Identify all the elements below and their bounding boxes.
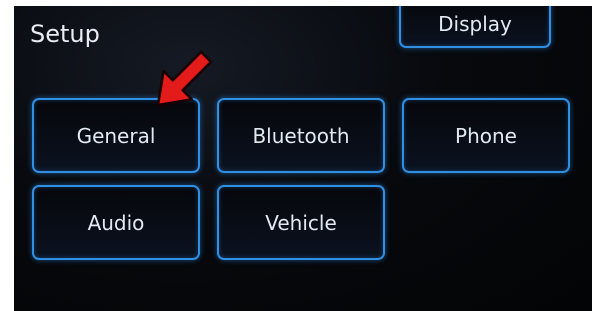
bluetooth-button-label: Bluetooth xyxy=(252,123,350,148)
page-title: Setup xyxy=(30,20,100,48)
audio-button[interactable]: Audio xyxy=(32,185,200,260)
setup-screen: Setup Display General Bluetooth Phone Au… xyxy=(14,6,592,311)
red-arrow-icon xyxy=(156,50,213,107)
general-button-label: General xyxy=(76,123,156,148)
vehicle-button[interactable]: Vehicle xyxy=(217,185,385,260)
phone-button-label: Phone xyxy=(455,123,517,148)
display-button[interactable]: Display xyxy=(399,6,551,48)
bluetooth-button[interactable]: Bluetooth xyxy=(217,98,385,173)
display-button-label: Display xyxy=(438,12,512,36)
vehicle-button-label: Vehicle xyxy=(265,210,337,235)
audio-button-label: Audio xyxy=(87,210,145,235)
phone-button[interactable]: Phone xyxy=(402,98,570,173)
